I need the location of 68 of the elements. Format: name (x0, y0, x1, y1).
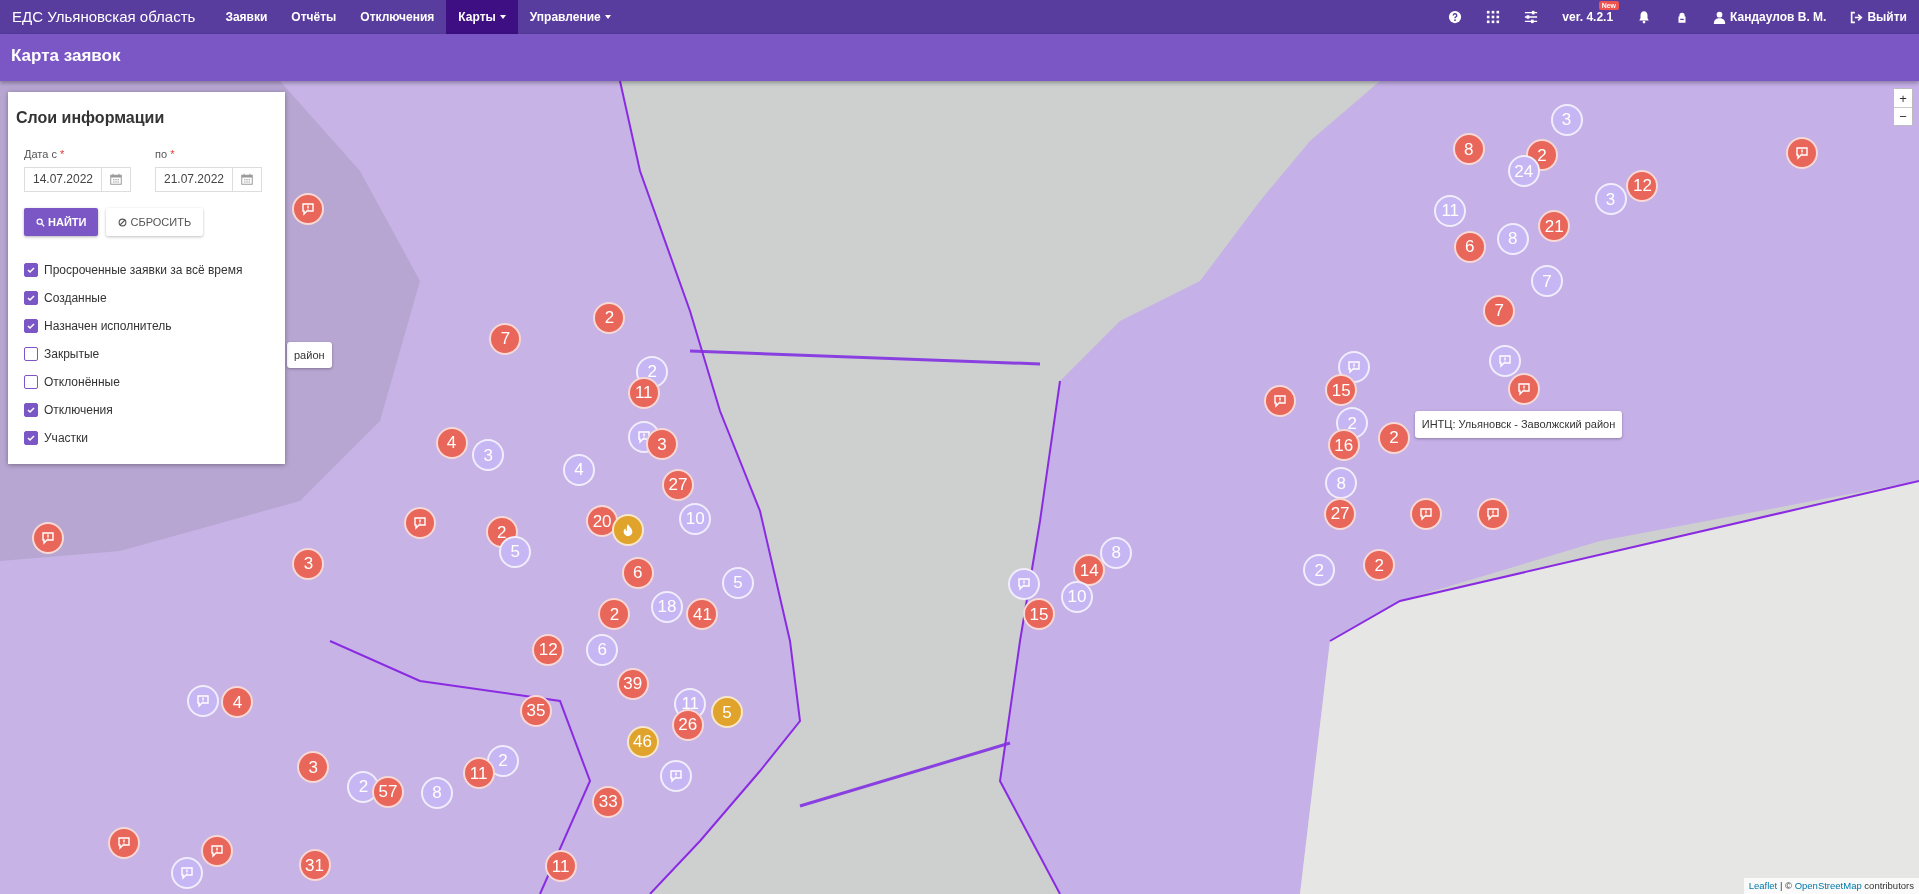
message-icon (1016, 575, 1033, 592)
calendar-icon (241, 173, 253, 185)
person-icon (1713, 10, 1727, 24)
message-icon (1793, 144, 1810, 161)
nav-menu-item[interactable]: Отключения (348, 0, 447, 34)
checkbox[interactable] (24, 431, 38, 445)
grid-icon[interactable] (1486, 10, 1501, 24)
message-icon (1345, 359, 1362, 376)
reset-button[interactable]: СБРОСИТЬ (106, 207, 204, 236)
message-icon (411, 514, 428, 531)
panel-title: Слои информации (16, 108, 166, 128)
checkbox-label: Созданные (44, 290, 107, 307)
block-icon (118, 218, 128, 228)
field-label: по * (155, 147, 176, 162)
calendar-icon (110, 173, 122, 185)
leaflet-link[interactable]: Leaflet (1748, 879, 1778, 891)
check-icon (27, 266, 35, 274)
check-icon (27, 434, 35, 442)
message-icon (667, 767, 684, 784)
openstreetmap-link[interactable]: OpenStreetMap (1794, 879, 1862, 891)
bell-icon[interactable] (1637, 10, 1652, 24)
zoom-out-button[interactable]: − (1894, 107, 1912, 125)
message-icon (195, 693, 212, 710)
user-menu-link[interactable]: Кандаулов В. М. (1701, 0, 1839, 34)
message-icon (208, 842, 225, 859)
message-icon (1272, 393, 1289, 410)
message-icon (1485, 506, 1502, 522)
checkbox[interactable] (24, 263, 38, 277)
message-icon (1417, 506, 1434, 522)
message-icon (39, 530, 56, 547)
checkbox-label: Отклонённые (44, 374, 120, 391)
checkbox[interactable] (24, 291, 38, 305)
checkbox-label: Отключения (44, 402, 113, 419)
message-icon (635, 428, 652, 445)
message-icon (179, 864, 196, 881)
message-icon (1515, 381, 1532, 398)
help-icon[interactable] (1448, 10, 1463, 24)
checkbox-label: Просроченные заявки за всё время (44, 262, 243, 279)
checkbox-label: Закрытые (44, 346, 100, 363)
message-icon (300, 201, 317, 218)
checkbox-label: Участки (44, 430, 88, 447)
checkbox[interactable] (24, 403, 38, 417)
nav-menu-item[interactable]: Заявки (213, 0, 280, 34)
date-field[interactable]: 14.07.2022 (24, 166, 131, 192)
logout-icon (1850, 10, 1864, 24)
logout-link[interactable]: Выйти (1838, 0, 1919, 34)
checkbox-label: Назначен исполнитель (44, 318, 172, 335)
search-button[interactable]: НАЙТИ (24, 207, 99, 236)
checkbox[interactable] (24, 347, 38, 361)
check-icon (27, 322, 35, 330)
nav-menu-item[interactable]: Отчёты (279, 0, 349, 34)
map-tooltip: ИНТЦ: Ульяновск - Заволжский район (1414, 411, 1623, 438)
page-title: Карта заявок (11, 46, 121, 65)
search-icon (36, 218, 45, 228)
app-title: ЕДС Ульяновская область (11, 6, 197, 27)
check-icon (27, 294, 35, 302)
nav-menu-item[interactable]: Управление (517, 0, 623, 34)
message-icon (1497, 353, 1514, 370)
check-icon (27, 406, 35, 414)
nav-menu-item[interactable]: Карты (446, 0, 518, 34)
checkbox[interactable] (24, 319, 38, 333)
checkbox[interactable] (24, 375, 38, 389)
date-field[interactable]: 21.07.2022 (155, 166, 262, 192)
sliders-icon[interactable] (1524, 10, 1539, 24)
field-label: Дата с * (24, 147, 66, 162)
message-icon (115, 835, 132, 852)
version-link[interactable]: ver. 4.2.1 (1562, 10, 1614, 24)
map-tooltip: район (287, 341, 332, 369)
